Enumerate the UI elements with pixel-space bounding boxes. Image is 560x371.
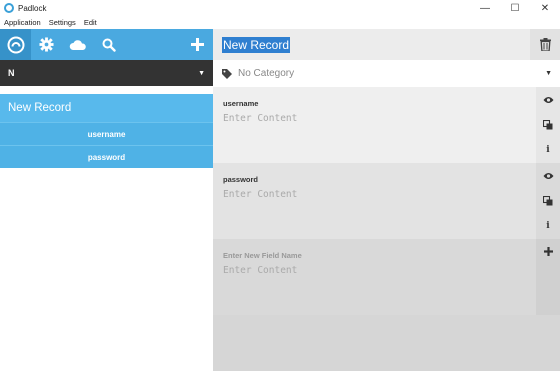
field-password: password Enter Content i xyxy=(213,163,560,239)
search-icon xyxy=(102,38,116,52)
field-actions: i xyxy=(536,87,560,163)
settings-button[interactable] xyxy=(31,29,62,60)
chevron-down-icon[interactable]: ▼ xyxy=(198,70,205,77)
new-field: Enter New Field Name Enter Content xyxy=(213,239,560,315)
trash-icon xyxy=(539,38,551,51)
app-logo-icon xyxy=(4,3,14,13)
field-value-input[interactable]: Enter Content xyxy=(223,113,297,124)
show-value-button[interactable] xyxy=(536,163,560,188)
menu-application[interactable]: Application xyxy=(0,18,45,27)
sync-button[interactable] xyxy=(62,29,93,60)
title-bar: Padlock — ☐ ✕ xyxy=(0,0,560,16)
new-field-name-input[interactable]: Enter New Field Name xyxy=(223,251,302,260)
add-record-button[interactable] xyxy=(182,29,213,60)
menu-bar: Application Settings Edit xyxy=(0,16,560,29)
category-select[interactable]: No Category ▼ xyxy=(213,60,560,87)
add-icon xyxy=(543,247,553,256)
filter-input[interactable]: N ▼ xyxy=(0,60,213,86)
window-title: Padlock xyxy=(18,3,47,13)
filter-value: N xyxy=(8,68,15,78)
chevron-down-icon[interactable]: ▼ xyxy=(545,70,552,77)
eye-icon xyxy=(543,96,553,103)
close-button[interactable]: ✕ xyxy=(530,0,560,16)
field-label: username xyxy=(223,99,259,108)
record-field-password[interactable]: password xyxy=(0,145,213,168)
record-field-username[interactable]: username xyxy=(0,122,213,145)
list-item[interactable]: New Record username password xyxy=(0,94,213,168)
delete-record-button[interactable] xyxy=(530,29,560,60)
show-value-button[interactable] xyxy=(536,87,560,112)
field-label: password xyxy=(223,175,259,184)
minimize-button[interactable]: — xyxy=(470,0,500,16)
copy-button[interactable] xyxy=(536,188,560,213)
category-placeholder: No Category xyxy=(238,68,295,79)
search-button[interactable] xyxy=(93,29,124,60)
copy-icon xyxy=(543,119,553,129)
info-icon[interactable]: i xyxy=(536,137,560,162)
field-actions xyxy=(536,239,560,315)
add-field-button[interactable] xyxy=(536,239,560,264)
menu-edit[interactable]: Edit xyxy=(80,18,101,27)
menu-settings[interactable]: Settings xyxy=(45,18,80,27)
gear-icon xyxy=(39,37,54,52)
info-icon[interactable]: i xyxy=(536,213,560,238)
new-field-value-input[interactable]: Enter Content xyxy=(223,265,297,276)
tag-icon xyxy=(222,68,232,79)
add-icon xyxy=(191,38,204,51)
record-name[interactable]: New Record xyxy=(0,94,213,122)
cloud-icon xyxy=(69,39,86,50)
logo-icon xyxy=(7,36,24,53)
maximize-button[interactable]: ☐ xyxy=(500,0,530,16)
field-value-input[interactable]: Enter Content xyxy=(223,189,297,200)
window-controls: — ☐ ✕ xyxy=(470,0,560,16)
main-toolbar xyxy=(0,29,213,60)
eye-icon xyxy=(543,172,553,179)
copy-icon xyxy=(543,195,553,205)
copy-button[interactable] xyxy=(536,112,560,137)
record-list: New Record username password xyxy=(0,94,213,168)
field-actions: i xyxy=(536,163,560,239)
records-pane: N ▼ New Record username password xyxy=(0,29,213,371)
record-title-input[interactable]: New Record xyxy=(222,36,291,53)
record-detail-pane: New Record No Category ▼ username Enter … xyxy=(213,29,560,371)
lock-button[interactable] xyxy=(0,29,31,60)
record-header: New Record xyxy=(213,29,560,60)
field-username: username Enter Content i xyxy=(213,87,560,163)
